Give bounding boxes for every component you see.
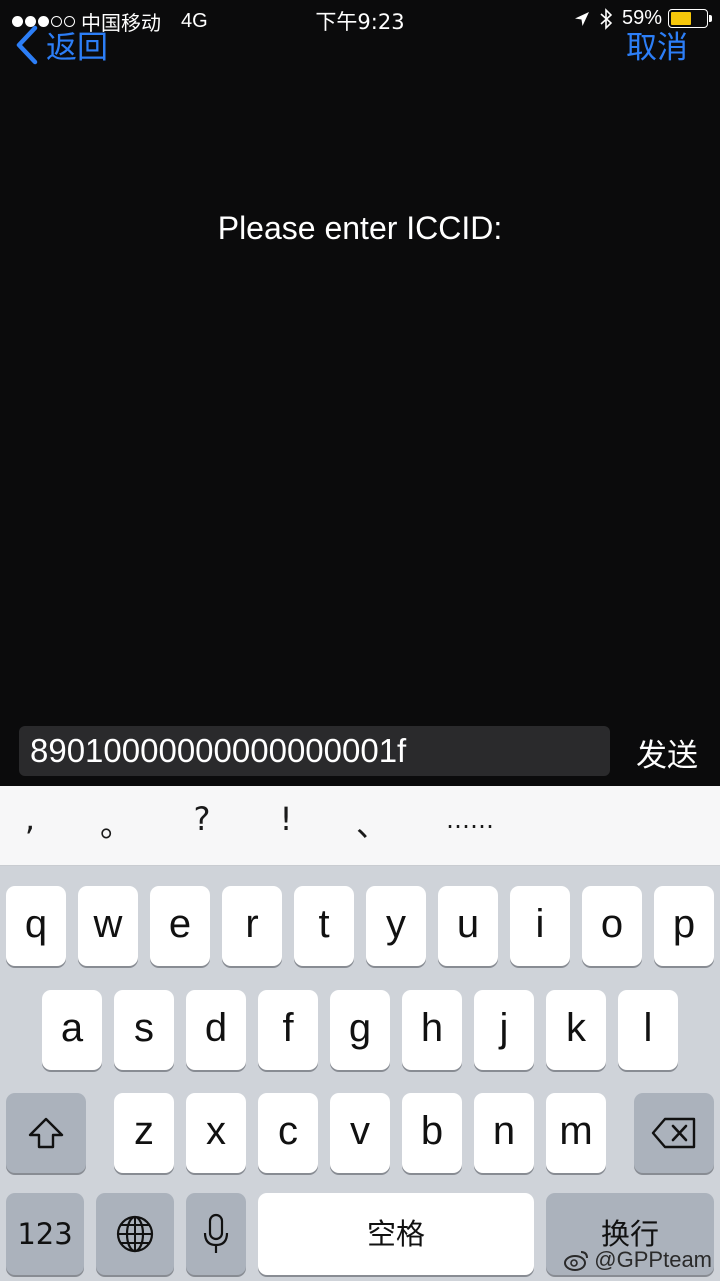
key-label: m [559,1109,593,1153]
globe-key[interactable] [96,1193,174,1275]
key-d[interactable]: d [186,990,246,1070]
bluetooth-icon [600,7,612,30]
key-label: t [318,902,330,946]
key-label: c [278,1109,298,1153]
backspace-key[interactable] [634,1093,714,1173]
key-e[interactable]: e [150,886,210,966]
key-b[interactable]: b [402,1093,462,1173]
punctuation-question[interactable]: ? [172,800,232,838]
key-label: o [600,902,624,946]
key-label: x [206,1109,226,1153]
microphone-key[interactable] [186,1193,246,1275]
key-i[interactable]: i [510,886,570,966]
key-v[interactable]: v [330,1093,390,1173]
screen: 中国移动 4G 下午9:23 59% 返回 取消 Please enter IC… [0,0,720,1281]
location-arrow-icon [574,11,590,27]
key-o[interactable]: o [582,886,642,966]
key-label: v [350,1109,370,1153]
key-a[interactable]: a [42,990,102,1070]
battery-tip [709,15,712,22]
key-g[interactable]: g [330,990,390,1070]
punctuation-period[interactable]: 。 [86,800,146,846]
key-label: i [535,902,545,946]
key-u[interactable]: u [438,886,498,966]
shift-icon [6,1093,86,1173]
key-label: h [420,1006,444,1050]
key-k[interactable]: k [546,990,606,1070]
key-r[interactable]: r [222,886,282,966]
key-s[interactable]: s [114,990,174,1070]
weibo-icon [564,1249,590,1271]
key-m[interactable]: m [546,1093,606,1173]
key-f[interactable]: f [258,990,318,1070]
key-label: b [420,1109,444,1153]
key-y[interactable]: y [366,886,426,966]
globe-icon [96,1193,174,1275]
punctuation-ellipsis[interactable]: …… [440,806,500,834]
punctuation-bar: , 。 ? ! 、 …… [0,786,720,866]
key-label: e [168,902,192,946]
punctuation-comma[interactable]: , [0,800,60,838]
backspace-icon [634,1093,714,1173]
microphone-icon [186,1193,246,1275]
send-button[interactable]: 发送 [636,730,698,775]
numbers-key-label: 123 [17,1217,73,1251]
cancel-button[interactable]: 取消 [626,22,688,67]
key-label: d [204,1006,228,1050]
punctuation-exclamation[interactable]: ! [256,800,316,838]
iccid-input[interactable]: 89010000000000000001f [19,726,610,776]
key-label: l [643,1006,653,1050]
key-z[interactable]: z [114,1093,174,1173]
back-label: 返回 [46,30,108,66]
numbers-key[interactable]: 123 [6,1193,84,1275]
key-h[interactable]: h [402,990,462,1070]
key-label: f [282,1006,294,1050]
punctuation-enumeration-comma[interactable]: 、 [342,800,402,846]
key-q[interactable]: q [6,886,66,966]
keyboard: q w e r t y u i o p a s d f g h j k l z … [0,866,720,1281]
shift-key[interactable] [6,1093,86,1173]
key-j[interactable]: j [474,990,534,1070]
space-key[interactable]: 空格 [258,1193,534,1275]
key-label: r [245,902,259,946]
input-bar: 89010000000000000001f 发送 [0,718,720,786]
back-button[interactable]: 返回 [14,22,108,67]
watermark: @GPPteam [564,1247,712,1273]
key-p[interactable]: p [654,886,714,966]
iccid-prompt: Please enter ICCID: [217,210,503,246]
watermark-text: @GPPteam [594,1247,712,1272]
key-t[interactable]: t [294,886,354,966]
key-label: n [492,1109,516,1153]
chevron-left-icon [16,25,38,64]
key-label: a [60,1006,84,1050]
key-label: q [24,902,48,946]
key-label: g [348,1006,372,1050]
return-key-label: 换行 [600,1217,659,1251]
key-x[interactable]: x [186,1093,246,1173]
key-label: s [134,1006,154,1050]
key-l[interactable]: l [618,990,678,1070]
status-bar: 中国移动 4G 下午9:23 59% [0,0,720,40]
key-label: k [566,1006,586,1050]
key-label: y [386,902,406,946]
key-label: w [93,902,123,946]
space-key-label: 空格 [366,1217,425,1251]
key-w[interactable]: w [78,886,138,966]
key-label: u [456,902,480,946]
key-n[interactable]: n [474,1093,534,1173]
key-label: j [499,1006,509,1050]
key-label: z [134,1109,154,1153]
key-label: p [672,902,696,946]
key-c[interactable]: c [258,1093,318,1173]
